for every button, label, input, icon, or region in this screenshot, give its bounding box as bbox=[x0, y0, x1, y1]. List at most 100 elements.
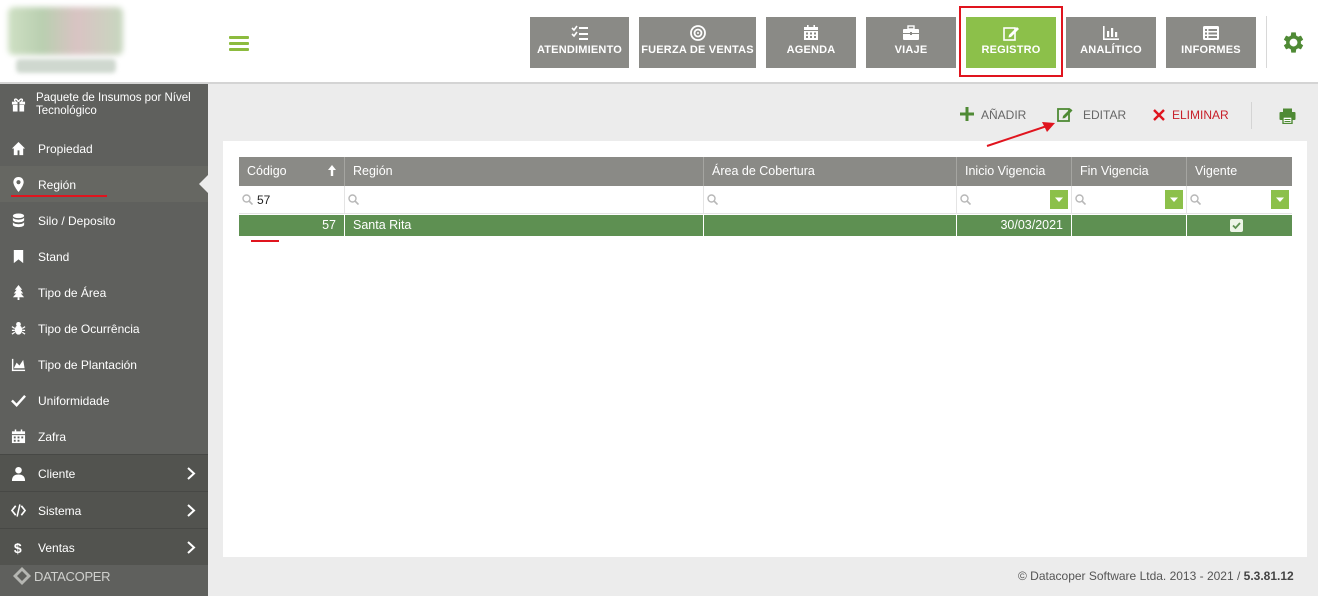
close-icon bbox=[1153, 109, 1165, 121]
sidebar-item-silo-deposito[interactable]: Silo / Deposito bbox=[0, 202, 208, 238]
home-icon bbox=[11, 141, 26, 156]
sidebar-item-stand[interactable]: Stand bbox=[0, 238, 208, 274]
chevron-down-icon bbox=[1276, 197, 1284, 202]
table-row[interactable]: 57 Santa Rita 30/03/2021 bbox=[239, 215, 1292, 236]
sidebar-item-tipo-de-area[interactable]: Tipo de Área bbox=[0, 274, 208, 310]
sidebar-item-label: Silo / Deposito bbox=[38, 214, 116, 228]
filter-cell-area bbox=[704, 186, 957, 213]
search-icon bbox=[960, 194, 971, 205]
chevron-right-icon bbox=[187, 504, 196, 517]
sidebar-group-label: Ventas bbox=[38, 541, 75, 555]
checklist-icon bbox=[570, 25, 588, 40]
active-indicator bbox=[199, 175, 208, 193]
module-fuerza-de-ventas-button[interactable]: FUERZA DE VENTAS bbox=[639, 17, 756, 68]
sidebar-item-zafra[interactable]: Zafra bbox=[0, 418, 208, 454]
column-header-label: Código bbox=[247, 164, 287, 178]
filter-input-area[interactable] bbox=[722, 191, 951, 209]
cell-inicio: 30/03/2021 bbox=[957, 215, 1072, 236]
check-icon bbox=[11, 394, 26, 407]
module-viaje-button[interactable]: VIAJE bbox=[866, 17, 956, 68]
search-icon bbox=[348, 194, 359, 205]
filter-input-fin[interactable] bbox=[1090, 191, 1160, 209]
cell-value: 57 bbox=[322, 218, 336, 232]
bookmark-icon bbox=[13, 249, 24, 264]
cell-value: Santa Rita bbox=[353, 218, 412, 232]
cell-vigente bbox=[1187, 215, 1292, 236]
column-header-label: Vigente bbox=[1195, 164, 1238, 178]
module-agenda-button[interactable]: AGENDA bbox=[766, 17, 856, 68]
sidebar-group-label: Cliente bbox=[38, 467, 76, 481]
sidebar: Paquete de Insumos por Nível Tecnológico… bbox=[0, 84, 208, 596]
module-label: ANALÍTICO bbox=[1080, 44, 1142, 56]
filter-input-vigente[interactable] bbox=[1205, 191, 1265, 209]
sidebar-item-uniformidade[interactable]: Uniformidade bbox=[0, 382, 208, 418]
sidebar-group-cliente[interactable]: Cliente bbox=[0, 454, 208, 491]
sidebar-item-label: Región bbox=[38, 178, 77, 192]
briefcase-icon bbox=[903, 25, 919, 40]
gear-icon[interactable] bbox=[1279, 29, 1306, 56]
header-divider bbox=[1266, 16, 1267, 68]
sidebar-group-sistema[interactable]: Sistema bbox=[0, 491, 208, 528]
database-icon bbox=[12, 213, 25, 228]
toolbar-divider bbox=[1251, 102, 1252, 129]
module-informes-button[interactable]: INFORMES bbox=[1166, 17, 1256, 68]
edit-icon bbox=[1057, 108, 1073, 122]
module-label: AGENDA bbox=[786, 44, 836, 56]
filter-dropdown-inicio[interactable] bbox=[1050, 190, 1068, 209]
filter-dropdown-fin[interactable] bbox=[1165, 190, 1183, 209]
module-label: VIAJE bbox=[894, 44, 928, 56]
sort-ascending-icon[interactable] bbox=[328, 165, 336, 176]
edit-button[interactable]: EDITAR bbox=[1057, 105, 1127, 127]
delete-button-label: ELIMINAR bbox=[1172, 108, 1229, 122]
gift-icon bbox=[11, 98, 26, 112]
filter-cell-codigo bbox=[239, 186, 345, 242]
module-label: INFORMES bbox=[1181, 44, 1241, 56]
module-analitico-button[interactable]: ANALÍTICO bbox=[1066, 17, 1156, 68]
add-button[interactable]: AÑADIR bbox=[960, 105, 1030, 127]
add-button-label: AÑADIR bbox=[981, 108, 1027, 122]
cell-region: Santa Rita bbox=[345, 215, 704, 236]
column-header-label: Inicio Vigencia bbox=[965, 164, 1046, 178]
edit-button-label: EDITAR bbox=[1083, 108, 1127, 122]
underline-annotation bbox=[11, 195, 107, 197]
filter-dropdown-vigente[interactable] bbox=[1271, 190, 1289, 209]
highlight-box-annotation bbox=[959, 6, 1063, 77]
sidebar-group-ventas[interactable]: $ Ventas bbox=[0, 528, 208, 565]
top-header: ATENDIMIENTO FUERZA DE VENTAS AGENDA VIA… bbox=[0, 0, 1318, 84]
chevron-right-icon bbox=[187, 541, 196, 554]
search-icon bbox=[707, 194, 718, 205]
column-header-vigente[interactable]: Vigente bbox=[1187, 157, 1292, 186]
sidebar-item-paquete-de-insumos[interactable]: Paquete de Insumos por Nível Tecnológico bbox=[0, 84, 208, 128]
column-header-label: Área de Cobertura bbox=[712, 164, 815, 178]
calendar-icon bbox=[11, 429, 26, 444]
filter-input-region[interactable] bbox=[363, 191, 698, 209]
column-header-inicio-vigencia[interactable]: Inicio Vigencia bbox=[957, 157, 1072, 186]
column-header-label: Región bbox=[353, 164, 393, 178]
filter-input-codigo[interactable] bbox=[257, 191, 341, 209]
column-header-fin-vigencia[interactable]: Fin Vigencia bbox=[1072, 157, 1187, 186]
column-header-area-de-cobertura[interactable]: Área de Cobertura bbox=[704, 157, 957, 186]
check-icon bbox=[1232, 222, 1241, 230]
bar-chart-icon bbox=[1103, 26, 1119, 40]
sidebar-item-label: Paquete de Insumos por Nível Tecnológico bbox=[36, 92, 191, 117]
module-label: FUERZA DE VENTAS bbox=[641, 44, 754, 56]
area-chart-icon bbox=[11, 358, 26, 372]
underline-annotation bbox=[251, 240, 279, 242]
column-header-region[interactable]: Región bbox=[345, 157, 704, 186]
svg-text:$: $ bbox=[14, 540, 22, 555]
sidebar-item-propiedad[interactable]: Propiedad bbox=[0, 130, 208, 166]
vigente-checkbox[interactable] bbox=[1230, 219, 1243, 232]
filter-input-inicio[interactable] bbox=[975, 191, 1045, 209]
print-icon[interactable] bbox=[1279, 108, 1296, 124]
module-atendimiento-button[interactable]: ATENDIMIENTO bbox=[530, 17, 629, 68]
map-marker-icon bbox=[13, 177, 24, 192]
delete-button[interactable]: ELIMINAR bbox=[1153, 105, 1233, 127]
cell-value: 30/03/2021 bbox=[1000, 218, 1063, 232]
list-icon bbox=[1203, 26, 1219, 40]
bug-icon bbox=[11, 321, 26, 335]
sidebar-item-tipo-de-ocurrencia[interactable]: Tipo de Ocurrência bbox=[0, 310, 208, 346]
column-header-codigo[interactable]: Código bbox=[239, 157, 345, 186]
sidebar-group-label: Sistema bbox=[38, 504, 82, 518]
sidebar-item-tipo-de-plantacion[interactable]: Tipo de Plantación bbox=[0, 346, 208, 382]
filter-cell-region bbox=[345, 186, 704, 213]
